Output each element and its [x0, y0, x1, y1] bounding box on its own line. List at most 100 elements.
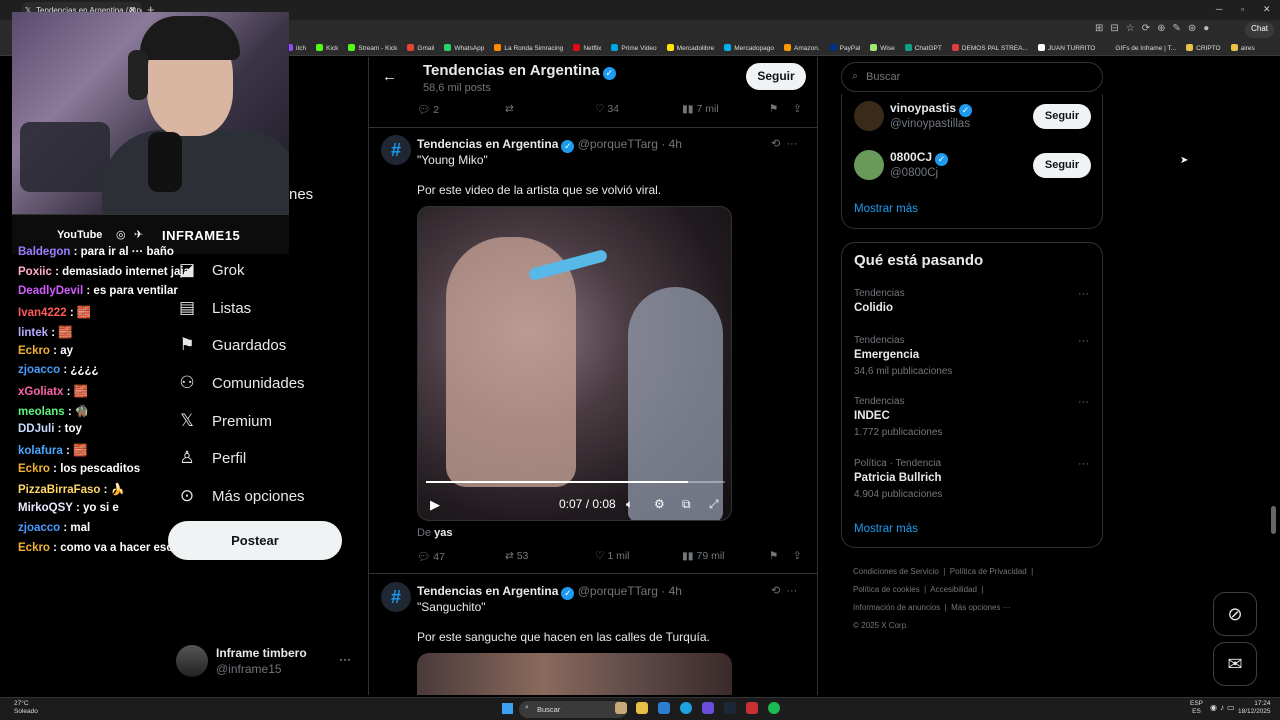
- bookmark-item[interactable]: CRIPTO: [1186, 43, 1221, 52]
- close-window-icon[interactable]: ✕: [1263, 4, 1271, 15]
- follow-suggestion-name[interactable]: vinoypastis ✓: [890, 101, 973, 117]
- chat-username[interactable]: kolafura: [18, 445, 63, 457]
- footer-link[interactable]: Política de Privacidad: [950, 567, 1027, 576]
- bookmark-icon[interactable]: ⚑: [769, 550, 778, 562]
- messages-icon[interactable]: ✉: [1213, 642, 1257, 686]
- taskbar-app-icon[interactable]: [615, 702, 627, 714]
- grok-post-icon[interactable]: ⟲ ···: [771, 584, 797, 597]
- trend-name[interactable]: Colidio: [854, 302, 893, 314]
- bookmark-item[interactable]: Stream - Kick: [348, 43, 397, 52]
- follow-suggestion-name[interactable]: 0800CJ ✓: [890, 150, 949, 166]
- bookmark-item[interactable]: Mercadopago: [724, 43, 774, 52]
- search-input[interactable]: [866, 71, 1066, 83]
- grok-post-icon[interactable]: ⟲ ···: [771, 137, 797, 150]
- grok-float-icon[interactable]: ⊘: [1213, 592, 1257, 636]
- fullscreen-icon[interactable]: ⤢: [709, 497, 719, 512]
- nav-perfil[interactable]: ♙ Perfil: [176, 448, 246, 468]
- taskbar-app-icon[interactable]: [658, 702, 670, 714]
- bookmark-item[interactable]: JUAN TURRITO: [1037, 43, 1095, 52]
- bookmark-item[interactable]: Kick: [316, 43, 338, 52]
- share-icon[interactable]: ⇪: [793, 103, 802, 115]
- steam-icon[interactable]: [724, 702, 736, 714]
- chat-button[interactable]: Chat: [1245, 22, 1274, 38]
- repost-icon[interactable]: ⇄: [505, 103, 514, 115]
- chat-username[interactable]: zjoacco: [18, 522, 60, 534]
- like-icon[interactable]: ♡ 34: [595, 103, 619, 115]
- footer-link[interactable]: Accesibilidad: [930, 585, 977, 594]
- share-icon[interactable]: ⇪: [793, 550, 802, 562]
- bookmark-item[interactable]: WhatsApp: [444, 43, 484, 52]
- bookmark-item[interactable]: Netflix: [573, 43, 601, 52]
- search-box[interactable]: ⌕: [841, 62, 1103, 92]
- toolbar-icons[interactable]: ⊞⊟☆⟳⊕✎⊛●: [1095, 23, 1216, 34]
- footer-link[interactable]: Más opciones ···: [951, 603, 1011, 612]
- edge-icon[interactable]: [680, 702, 692, 714]
- more-icon[interactable]: ···: [1078, 458, 1089, 470]
- reply-icon[interactable]: 💬︎ 2: [417, 103, 439, 116]
- bookmark-icon[interactable]: ⚑: [769, 103, 778, 115]
- weather-widget[interactable]: 27°C Soleado: [14, 700, 38, 716]
- discord-icon[interactable]: [702, 702, 714, 714]
- more-icon[interactable]: ···: [1078, 396, 1089, 408]
- chat-username[interactable]: lintek: [18, 327, 48, 339]
- taskbar-app-icon[interactable]: [746, 702, 758, 714]
- show-more-link[interactable]: Mostrar más: [854, 523, 918, 535]
- bookmark-item[interactable]: aires: [1230, 43, 1255, 52]
- avatar[interactable]: [176, 645, 208, 677]
- bookmark-item[interactable]: Prime Video: [611, 43, 657, 52]
- chat-username[interactable]: Ivan4222: [18, 307, 67, 319]
- chat-username[interactable]: Eckro: [18, 542, 50, 554]
- post-button[interactable]: Postear: [168, 521, 342, 560]
- bookmark-item[interactable]: GIFs de Inframe | T...: [1105, 43, 1176, 52]
- chat-username[interactable]: DeadlyDevil: [18, 285, 83, 297]
- chat-username[interactable]: Poxiic: [18, 266, 52, 278]
- bookmark-item[interactable]: La Ronda Simracing: [494, 43, 563, 52]
- post-image[interactable]: [417, 653, 732, 695]
- avatar[interactable]: #: [381, 135, 411, 165]
- system-tray-icons[interactable]: ◉♪▭: [1210, 703, 1238, 712]
- pip-icon[interactable]: ⧉: [682, 497, 691, 512]
- language-indicator[interactable]: ESP ES: [1190, 700, 1203, 716]
- nav-mas-opciones[interactable]: ⊙ Más opciones: [176, 486, 305, 506]
- avatar[interactable]: #: [381, 582, 411, 612]
- chat-username[interactable]: Baldegon: [18, 246, 70, 258]
- like-icon[interactable]: ♡ 1 mil: [595, 550, 630, 562]
- profile-name[interactable]: Inframe timbero: [216, 646, 307, 660]
- bookmark-item[interactable]: PayPal: [829, 43, 860, 52]
- footer-link[interactable]: Condiciones de Servicio: [853, 567, 939, 576]
- author-name[interactable]: Tendencias en Argentina: [417, 137, 558, 151]
- trend-name[interactable]: INDEC: [854, 410, 890, 422]
- chat-username[interactable]: Eckro: [18, 463, 50, 475]
- nav-listas[interactable]: ▤ Listas: [176, 298, 251, 318]
- reply-icon[interactable]: 💬︎ 47: [417, 550, 445, 563]
- video-player[interactable]: ▶ 0:07 / 0:08 🔈︎ ⚙ ⧉ ⤢: [417, 206, 732, 521]
- trend-name[interactable]: Emergencia: [854, 349, 919, 361]
- bookmark-item[interactable]: Mercadolibre: [666, 43, 714, 52]
- chat-username[interactable]: meolans: [18, 406, 65, 418]
- nav-grok[interactable]: ◪ Grok: [176, 260, 245, 280]
- chat-username[interactable]: zjoacco: [18, 364, 60, 376]
- show-more-link[interactable]: Mostrar más: [854, 203, 918, 215]
- bookmark-item[interactable]: DEMOS PAL STREA...: [951, 43, 1028, 52]
- spotify-icon[interactable]: [768, 702, 780, 714]
- avatar[interactable]: [854, 150, 884, 180]
- footer-link[interactable]: Política de cookies: [853, 585, 920, 594]
- bookmark-item[interactable]: Wise: [870, 43, 895, 52]
- more-icon[interactable]: ···: [1078, 288, 1089, 300]
- profile-more-icon[interactable]: ···: [339, 652, 351, 666]
- minimize-icon[interactable]: ─: [1216, 4, 1222, 14]
- back-arrow-icon[interactable]: ←: [382, 68, 397, 85]
- follow-button[interactable]: Seguir: [1033, 104, 1091, 129]
- source-user[interactable]: yas: [434, 527, 452, 539]
- views-icon[interactable]: ▮▮ 7 mil: [682, 103, 719, 115]
- chat-username[interactable]: DDJuli: [18, 423, 54, 435]
- maximize-icon[interactable]: ▫: [1241, 4, 1244, 14]
- follow-button[interactable]: Seguir: [1033, 153, 1091, 178]
- clock[interactable]: 17:24 18/12/2025: [1238, 700, 1271, 716]
- chat-username[interactable]: PizzaBirraFaso: [18, 484, 100, 496]
- play-icon[interactable]: ▶: [430, 497, 440, 513]
- repost-icon[interactable]: ⇄ 53: [505, 550, 528, 562]
- bookmark-item[interactable]: Amazon.: [784, 43, 820, 52]
- bookmark-item[interactable]: Gmail: [407, 43, 434, 52]
- follow-button[interactable]: Seguir: [746, 63, 806, 90]
